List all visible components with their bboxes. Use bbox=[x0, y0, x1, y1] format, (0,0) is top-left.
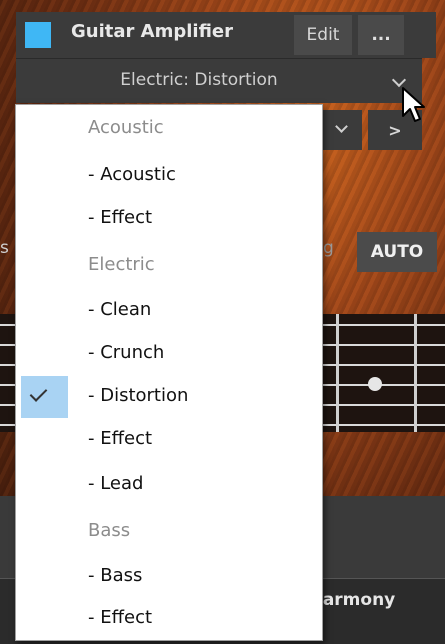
menu-item-bass-effect[interactable]: - Effect bbox=[16, 598, 322, 640]
menu-item-clean[interactable]: - Clean bbox=[16, 290, 322, 332]
partial-label-left: s bbox=[0, 238, 9, 258]
harmony-tab-label[interactable]: larmony bbox=[317, 590, 395, 610]
menu-item-label: - Clean bbox=[88, 299, 152, 320]
menu-item-acoustic-effect[interactable]: - Effect bbox=[16, 198, 322, 240]
menu-item-label: - Bass bbox=[88, 565, 143, 586]
sub-preset-dropdown[interactable] bbox=[322, 110, 362, 150]
instrument-header: Guitar Amplifier Edit ... bbox=[16, 12, 436, 58]
instrument-color-swatch[interactable] bbox=[25, 22, 51, 48]
preset-name: Electric: Distortion bbox=[120, 70, 278, 90]
menu-item-label: - Acoustic bbox=[88, 164, 176, 185]
menu-group-label: Bass bbox=[88, 520, 131, 541]
preset-dropdown-menu: Acoustic - Acoustic - Effect Electric - … bbox=[15, 104, 323, 641]
menu-item-label: - Effect bbox=[88, 607, 153, 628]
menu-item-label: - Effect bbox=[88, 428, 153, 449]
fret bbox=[414, 314, 417, 432]
menu-item-label: - Distortion bbox=[88, 385, 189, 406]
fret-inlay bbox=[368, 377, 382, 391]
menu-item-acoustic[interactable]: - Acoustic bbox=[16, 155, 322, 197]
chevron-down-icon bbox=[391, 72, 407, 88]
menu-item-label: - Effect bbox=[88, 207, 153, 228]
partial-label-right: g bbox=[323, 238, 334, 258]
menu-item-electric-effect[interactable]: - Effect bbox=[16, 419, 322, 461]
menu-group-header: Bass bbox=[16, 511, 322, 553]
menu-group-label: Acoustic bbox=[88, 117, 164, 138]
edit-button[interactable]: Edit bbox=[294, 15, 352, 55]
menu-group-header: Electric bbox=[16, 245, 322, 287]
mouse-cursor-icon bbox=[402, 87, 425, 122]
menu-group-label: Electric bbox=[88, 254, 155, 275]
more-options-button[interactable]: ... bbox=[358, 15, 404, 55]
menu-item-label: - Lead bbox=[88, 473, 144, 494]
menu-item-label: - Crunch bbox=[88, 342, 165, 363]
checkmark-icon bbox=[29, 384, 48, 402]
chevron-down-icon bbox=[335, 120, 348, 133]
menu-item-crunch[interactable]: - Crunch bbox=[16, 333, 322, 375]
instrument-title: Guitar Amplifier bbox=[71, 21, 233, 42]
menu-item-bass[interactable]: - Bass bbox=[16, 556, 322, 598]
menu-group-header: Acoustic bbox=[16, 108, 322, 150]
fret bbox=[336, 314, 339, 432]
menu-item-lead[interactable]: - Lead bbox=[16, 464, 322, 506]
menu-item-distortion[interactable]: - Distortion bbox=[16, 376, 322, 418]
selection-highlight bbox=[21, 376, 68, 418]
auto-button[interactable]: AUTO bbox=[357, 232, 437, 272]
preset-selector[interactable]: Electric: Distortion bbox=[16, 58, 422, 103]
